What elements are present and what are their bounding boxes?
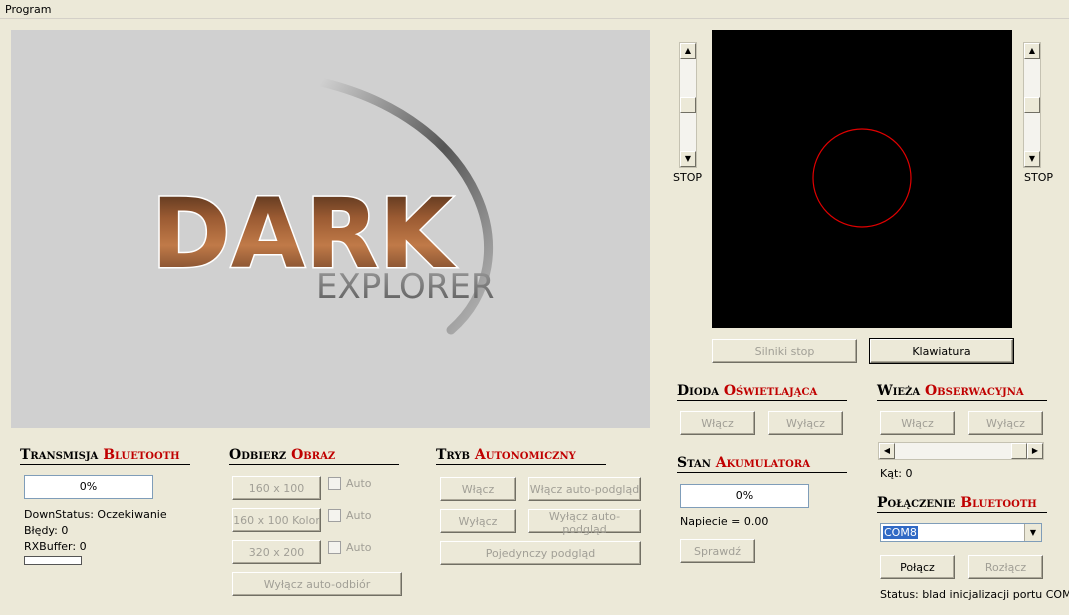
scroll-thumb[interactable] <box>680 97 696 113</box>
autonomous-on-button[interactable]: Włącz <box>440 477 516 501</box>
scroll-right-icon[interactable]: ▶ <box>1027 443 1043 459</box>
com-port-select[interactable]: COM8 ▼ <box>880 523 1042 542</box>
res-160x100-color-button[interactable]: 160 x 100 Kolor <box>232 508 321 532</box>
right-stop-label: STOP <box>1024 171 1053 184</box>
scroll-down-icon[interactable]: ▼ <box>1024 151 1040 167</box>
diode-off-button[interactable]: Wyłącz <box>768 411 843 435</box>
com-port-value: COM8 <box>883 526 918 539</box>
res-320x200-button[interactable]: 320 x 200 <box>232 540 321 564</box>
section-title-bt-connection: Połączenie Bluetooth <box>877 495 1047 513</box>
chevron-down-icon[interactable]: ▼ <box>1024 524 1041 541</box>
disconnect-button[interactable]: Rozłącz <box>968 555 1043 579</box>
auto-preview-on-button[interactable]: Włącz auto-podgląd <box>528 477 641 501</box>
tower-angle: Kąt: 0 <box>880 467 913 480</box>
camera-view <box>712 30 1012 328</box>
menu-program[interactable]: Program <box>5 3 51 16</box>
section-title-autonomous: Tryb Autonomiczny <box>436 447 606 465</box>
section-title-battery: Stan Akumulatora <box>677 455 847 473</box>
tower-off-button[interactable]: Wyłącz <box>968 411 1043 435</box>
left-motor-scrollbar[interactable]: ▲ ▼ <box>679 42 697 168</box>
down-status: DownStatus: Oczekiwanie <box>24 508 167 521</box>
scroll-down-icon[interactable]: ▼ <box>680 151 696 167</box>
logo-explorer-text: EXPLORER <box>316 267 495 307</box>
section-title-tower: Wieża Obserwacyjna <box>877 383 1047 401</box>
motors-stop-button[interactable]: Silniki stop <box>712 339 857 363</box>
scroll-left-icon[interactable]: ◀ <box>879 443 895 459</box>
scroll-thumb[interactable] <box>1011 443 1027 459</box>
auto-preview-off-button[interactable]: Wyłącz auto-podgląd <box>528 509 641 536</box>
connect-button[interactable]: Połącz <box>880 555 955 579</box>
left-stop-label: STOP <box>673 171 702 184</box>
tower-angle-scrollbar[interactable]: ◀ ▶ <box>878 442 1044 460</box>
auto-checkbox-2[interactable] <box>328 509 341 522</box>
diode-on-button[interactable]: Włącz <box>680 411 755 435</box>
single-preview-button[interactable]: Pojedynczy podgląd <box>440 541 641 565</box>
section-title-diode: Dioda Oświetlająca <box>677 383 847 401</box>
keyboard-button[interactable]: Klawiatura <box>869 338 1014 364</box>
errors-count: Błędy: 0 <box>24 524 69 537</box>
steering-circle <box>812 128 912 228</box>
auto-receive-off-button[interactable]: Wyłącz auto-odbiór <box>232 572 402 596</box>
battery-voltage: Napiecie = 0.00 <box>680 515 769 528</box>
dark-explorer-logo: DARK EXPLORER <box>150 77 495 335</box>
bt-transfer-percent: 0% <box>24 475 153 499</box>
auto-label-3: Auto <box>346 541 372 554</box>
autonomous-off-button[interactable]: Wyłącz <box>440 509 516 533</box>
rx-buffer-progress <box>24 556 82 565</box>
auto-label-1: Auto <box>346 477 372 490</box>
auto-label-2: Auto <box>346 509 372 522</box>
rx-buffer: RXBuffer: 0 <box>24 540 87 553</box>
section-title-receive-image: Odbierz Obraz <box>229 447 399 465</box>
battery-check-button[interactable]: Sprawdź <box>680 539 755 563</box>
logo-panel: DARK EXPLORER <box>11 30 650 428</box>
scroll-thumb[interactable] <box>1024 97 1040 113</box>
battery-percent: 0% <box>680 484 809 508</box>
res-160x100-button[interactable]: 160 x 100 <box>232 476 321 500</box>
right-motor-scrollbar[interactable]: ▲ ▼ <box>1023 42 1041 168</box>
auto-checkbox-3[interactable] <box>328 541 341 554</box>
section-title-bt-transmission: Transmisja Bluetooth <box>20 447 190 465</box>
connection-status: Status: blad inicjalizacji portu COM2 <box>880 588 1069 601</box>
tower-on-button[interactable]: Włącz <box>880 411 955 435</box>
auto-checkbox-1[interactable] <box>328 477 341 490</box>
scroll-up-icon[interactable]: ▲ <box>680 43 696 59</box>
menu-bar: Program <box>0 0 1069 19</box>
scroll-up-icon[interactable]: ▲ <box>1024 43 1040 59</box>
